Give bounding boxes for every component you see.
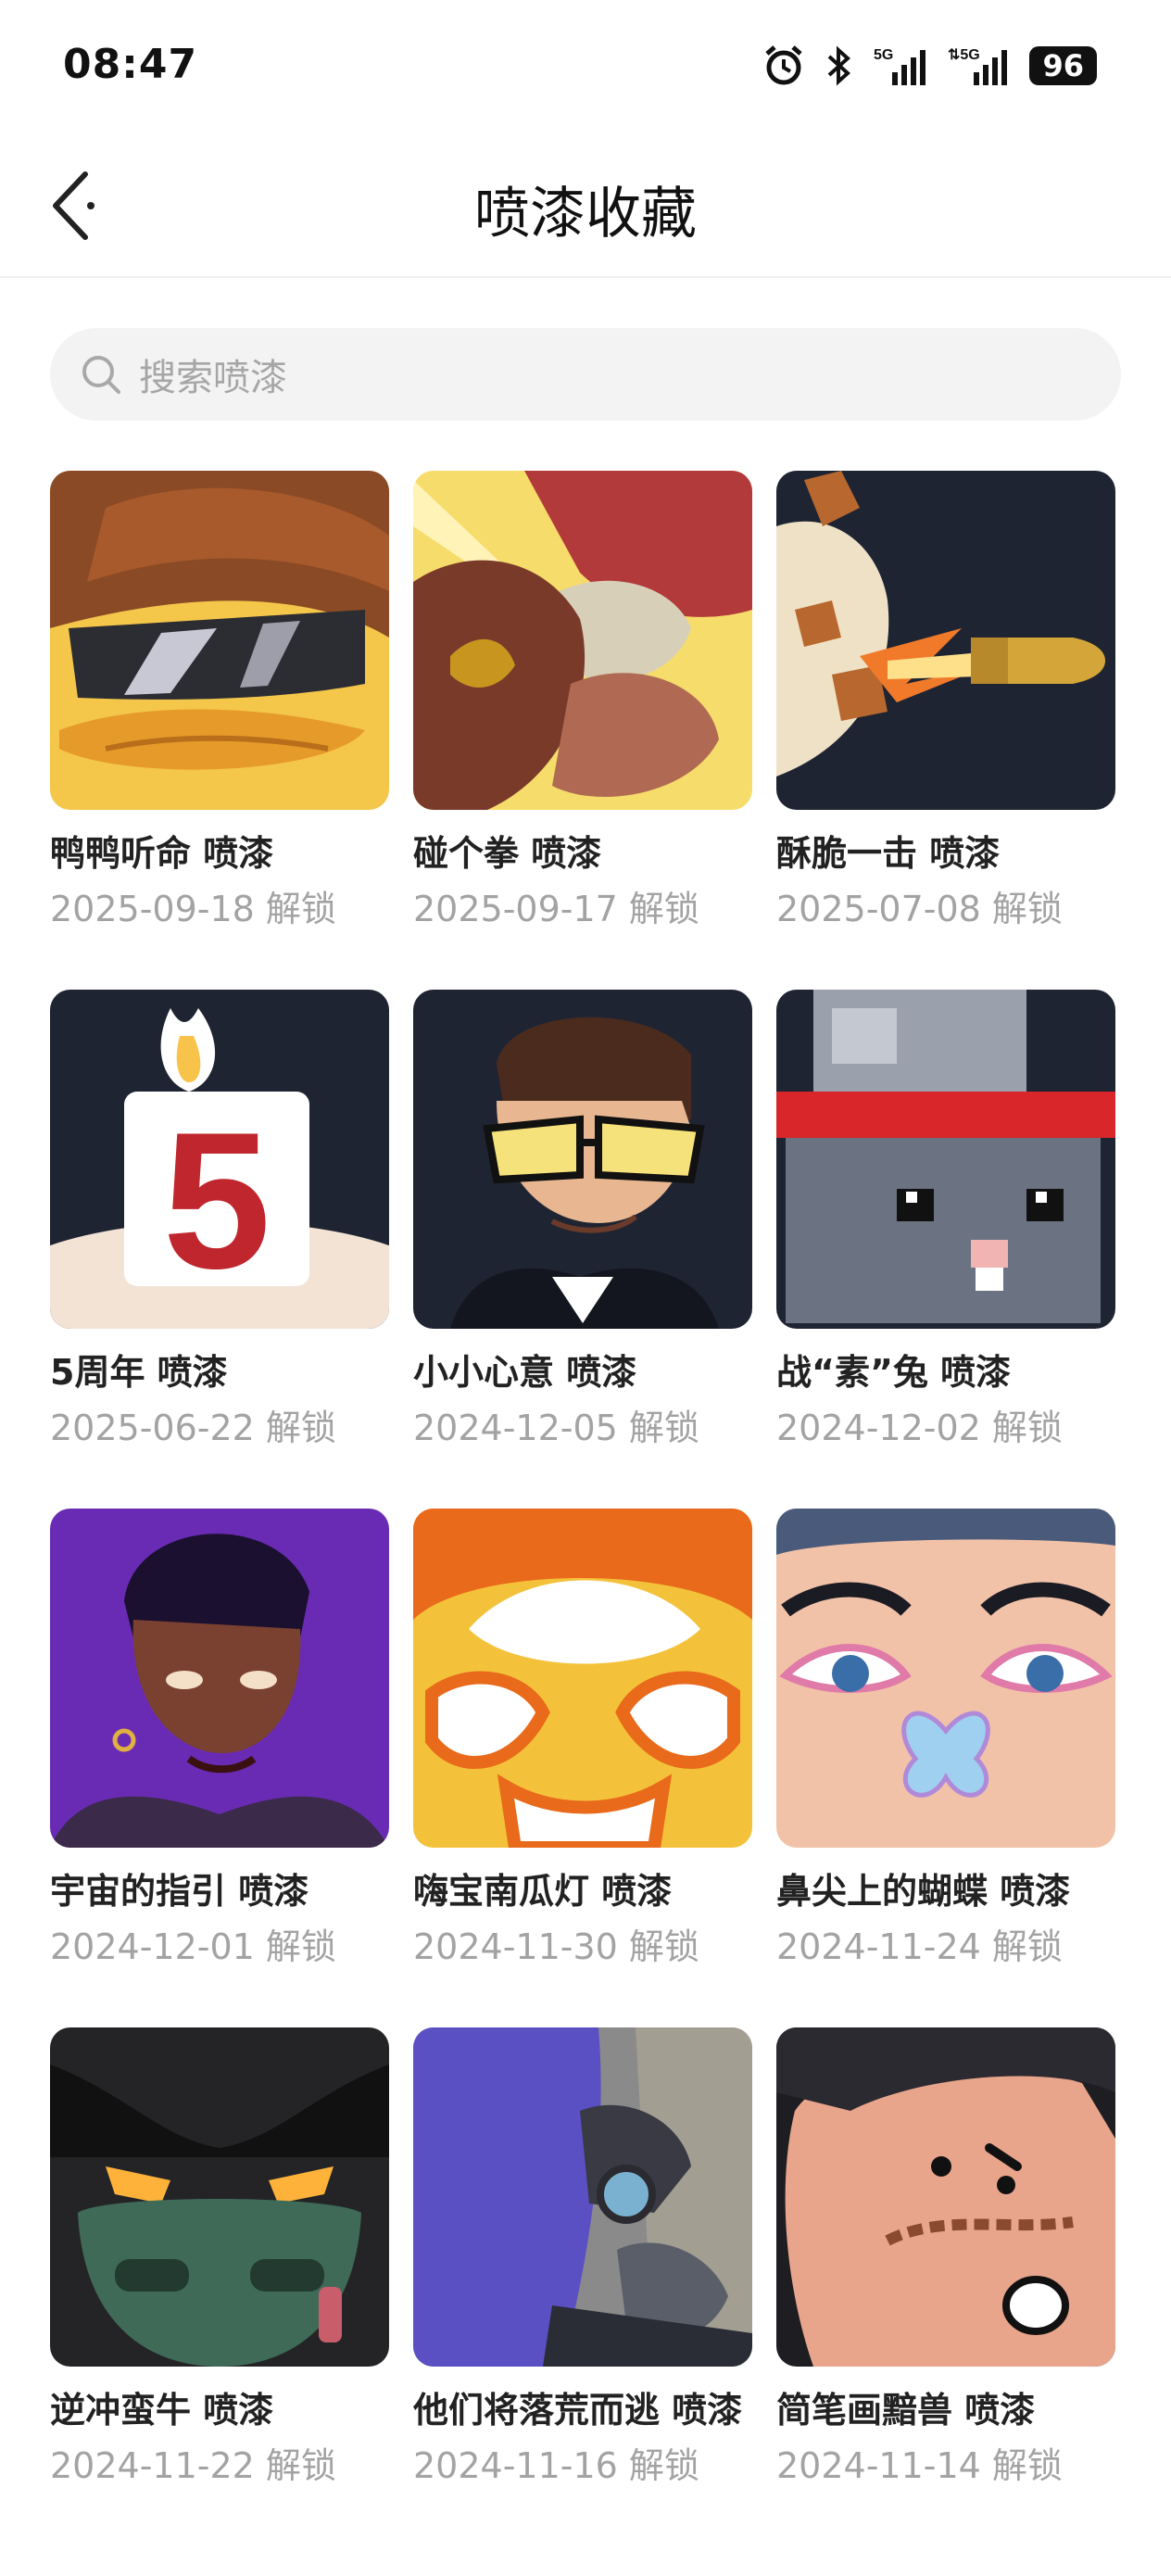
spray-card[interactable]: 简笔画黯兽 喷漆 2024-11-14 解锁 bbox=[776, 2027, 1115, 2528]
spray-thumbnail bbox=[776, 1509, 1115, 1848]
search-placeholder: 搜索喷漆 bbox=[139, 357, 287, 399]
spray-unlock-date: 2025-09-17 解锁 bbox=[413, 889, 699, 929]
spray-thumbnail bbox=[413, 2027, 752, 2367]
spray-card[interactable]: 宇宙的指引 喷漆 2024-12-01 解锁 bbox=[50, 1509, 389, 2009]
spray-unlock-date: 2024-11-14 解锁 bbox=[776, 2445, 1063, 2486]
spray-unlock-date: 2024-11-30 解锁 bbox=[413, 1926, 699, 1967]
spray-thumbnail bbox=[50, 1509, 389, 1848]
spray-card[interactable]: 鸭鸭听命 喷漆 2025-09-18 解锁 bbox=[50, 471, 389, 971]
spray-name: 碰个拳 喷漆 bbox=[413, 833, 602, 874]
spray-unlock-date: 2025-07-08 解锁 bbox=[776, 889, 1063, 929]
spray-unlock-date: 2025-06-22 解锁 bbox=[50, 1408, 336, 1448]
spray-thumbnail bbox=[413, 1509, 752, 1848]
spray-card[interactable]: 鼻尖上的蝴蝶 喷漆 2024-11-24 解锁 bbox=[776, 1509, 1115, 2009]
spray-unlock-date: 2024-12-01 解锁 bbox=[50, 1926, 336, 1967]
spray-unlock-date: 2024-12-02 解锁 bbox=[776, 1408, 1063, 1448]
battery-indicator: 96 bbox=[1029, 46, 1097, 85]
spray-card[interactable]: 嗨宝南瓜灯 喷漆 2024-11-30 解锁 bbox=[413, 1509, 752, 2009]
search-icon bbox=[82, 356, 120, 394]
spray-name: 逆冲蛮牛 喷漆 bbox=[50, 2390, 274, 2431]
spray-grid: 鸭鸭听命 喷漆 2025-09-18 解锁 碰个拳 喷漆 2025-09-17 … bbox=[50, 471, 1125, 2528]
spray-card[interactable]: 逆冲蛮牛 喷漆 2024-11-22 解锁 bbox=[50, 2027, 389, 2528]
spray-name: 他们将落荒而逃 喷漆 bbox=[413, 2390, 743, 2431]
spray-thumbnail bbox=[50, 471, 389, 810]
spray-card[interactable]: 碰个拳 喷漆 2025-09-17 解锁 bbox=[413, 471, 752, 971]
svg-text:5G: 5G bbox=[874, 47, 893, 63]
spray-card[interactable]: 酥脆一击 喷漆 2025-07-08 解锁 bbox=[776, 471, 1115, 971]
search-input[interactable]: 搜索喷漆 bbox=[50, 328, 1121, 421]
spray-unlock-date: 2024-11-24 解锁 bbox=[776, 1926, 1063, 1967]
status-icons: 5G ⇅5G 96 bbox=[762, 44, 1097, 87]
signal-5g-icon: 5G bbox=[874, 47, 926, 85]
spray-card[interactable]: 战“素”兔 喷漆 2024-12-02 解锁 bbox=[776, 990, 1115, 1490]
page-title: 喷漆收藏 bbox=[474, 182, 697, 246]
spray-thumbnail bbox=[50, 2027, 389, 2367]
spray-name: 小小心意 喷漆 bbox=[413, 1352, 637, 1393]
top-bar: 喷漆收藏 bbox=[0, 139, 1171, 278]
spray-unlock-date: 2024-11-16 解锁 bbox=[413, 2445, 699, 2486]
svg-text:⇅5G: ⇅5G bbox=[948, 47, 980, 63]
spray-name: 简笔画黯兽 喷漆 bbox=[776, 2390, 1036, 2431]
spray-unlock-date: 2024-12-05 解锁 bbox=[413, 1408, 699, 1448]
spray-name: 酥脆一击 喷漆 bbox=[776, 833, 1001, 874]
spray-thumbnail bbox=[413, 990, 752, 1329]
spray-name: 战“素”兔 喷漆 bbox=[776, 1352, 1012, 1393]
spray-thumbnail bbox=[776, 990, 1115, 1329]
spray-card[interactable]: 小小心意 喷漆 2024-12-05 解锁 bbox=[413, 990, 752, 1490]
spray-card[interactable]: 他们将落荒而逃 喷漆 2024-11-16 解锁 bbox=[413, 2027, 752, 2528]
alarm-icon bbox=[765, 45, 803, 85]
candle-digit: 5 bbox=[163, 1092, 271, 1309]
spray-name: 宇宙的指引 喷漆 bbox=[50, 1871, 309, 1912]
spray-thumbnail bbox=[776, 471, 1115, 810]
signal-5g-2-icon: ⇅5G bbox=[948, 47, 1008, 85]
spray-name: 5周年 喷漆 bbox=[50, 1352, 228, 1393]
status-bar: 08:47 5G ⇅5G 96 bbox=[0, 0, 1171, 139]
spray-thumbnail bbox=[413, 471, 752, 810]
spray-thumbnail bbox=[776, 2027, 1115, 2367]
spray-thumbnail: 5 bbox=[50, 990, 389, 1329]
status-time: 08:47 bbox=[63, 41, 198, 88]
spray-name: 鸭鸭听命 喷漆 bbox=[50, 833, 274, 874]
bluetooth-icon bbox=[828, 45, 851, 86]
spray-unlock-date: 2025-09-18 解锁 bbox=[50, 889, 336, 929]
spray-name: 嗨宝南瓜灯 喷漆 bbox=[413, 1871, 673, 1912]
spray-card[interactable]: 5 5周年 喷漆 2025-06-22 解锁 bbox=[50, 990, 389, 1490]
spray-unlock-date: 2024-11-22 解锁 bbox=[50, 2445, 336, 2486]
spray-name: 鼻尖上的蝴蝶 喷漆 bbox=[776, 1871, 1071, 1912]
